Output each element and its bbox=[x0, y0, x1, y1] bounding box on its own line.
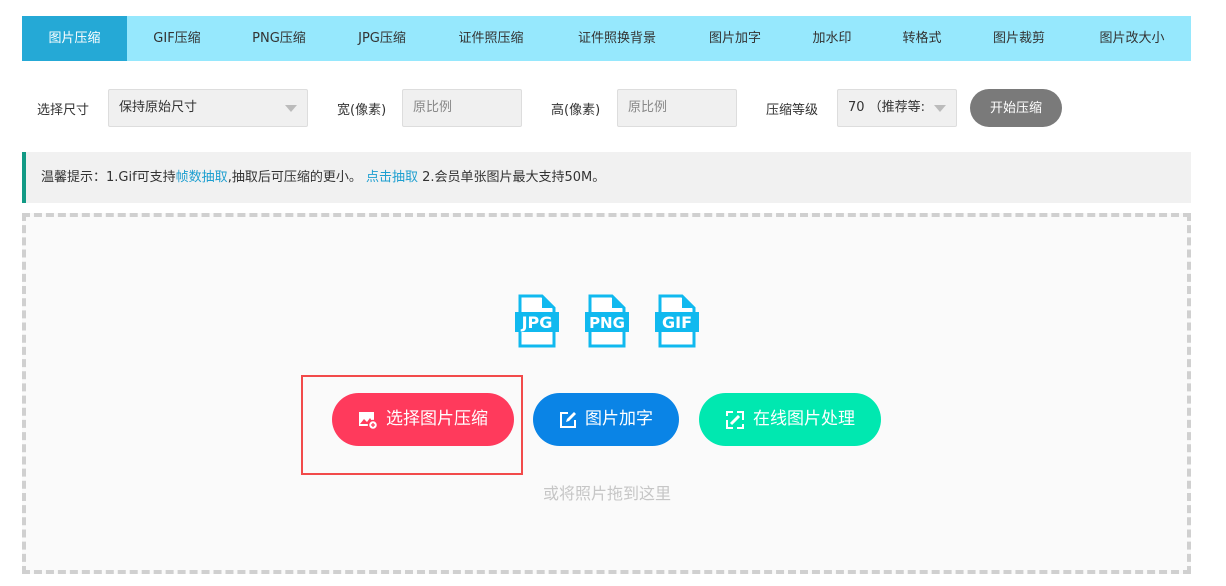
add-text-button[interactable]: 图片加字 bbox=[533, 393, 679, 446]
level-label: 压缩等级 bbox=[766, 103, 819, 118]
tab-bar: 图片压缩 GIF压缩 PNG压缩 JPG压缩 证件照压缩 证件照换背景 图片加字… bbox=[22, 16, 1191, 61]
tab-resize[interactable]: 图片改大小 bbox=[1073, 16, 1191, 61]
tab-image-compress[interactable]: 图片压缩 bbox=[22, 16, 127, 61]
level-select[interactable]: 70 （推荐等: bbox=[837, 89, 957, 127]
notice-text: 温馨提示：1.Gif可支持 bbox=[41, 170, 176, 185]
edit-icon bbox=[560, 411, 576, 428]
height-input[interactable]: 原比例 bbox=[617, 89, 737, 127]
svg-text:JPG: JPG bbox=[521, 313, 553, 332]
tab-id-photo-background[interactable]: 证件照换背景 bbox=[549, 16, 685, 61]
select-image-button[interactable]: 选择图片压缩 bbox=[332, 393, 514, 446]
width-label: 宽(像素) bbox=[337, 103, 387, 118]
gif-file-icon: GIF bbox=[655, 294, 699, 348]
online-edit-button[interactable]: 在线图片处理 bbox=[699, 393, 881, 446]
drag-hint: 或将照片拖到这里 bbox=[542, 484, 671, 503]
height-label: 高(像素) bbox=[551, 103, 601, 118]
size-select[interactable]: 保持原始尺寸 bbox=[108, 89, 308, 127]
tab-watermark[interactable]: 加水印 bbox=[785, 16, 879, 61]
tab-id-photo-compress[interactable]: 证件照压缩 bbox=[433, 16, 549, 61]
image-add-icon bbox=[359, 411, 378, 430]
png-file-icon: PNG bbox=[585, 294, 629, 348]
tab-crop[interactable]: 图片裁剪 bbox=[965, 16, 1073, 61]
jpg-file-icon: JPG bbox=[515, 294, 559, 348]
notice-bar: 温馨提示：1.Gif可支持帧数抽取,抽取后可压缩的更小。 点击抽取 2.会员单张… bbox=[22, 152, 1191, 203]
chevron-down-icon bbox=[285, 105, 297, 112]
add-text-label: 图片加字 bbox=[585, 409, 653, 429]
notice-text: 2.会员单张图片最大支持50M。 bbox=[417, 170, 606, 185]
frame-extract-link[interactable]: 帧数抽取 bbox=[176, 170, 228, 185]
tab-add-text[interactable]: 图片加字 bbox=[685, 16, 785, 61]
tab-jpg-compress[interactable]: JPG压缩 bbox=[331, 16, 433, 61]
size-select-value: 保持原始尺寸 bbox=[119, 100, 198, 115]
select-image-label: 选择图片压缩 bbox=[386, 409, 488, 429]
online-edit-label: 在线图片处理 bbox=[753, 409, 855, 429]
click-extract-link[interactable]: 点击抽取 bbox=[366, 170, 418, 185]
level-select-value: 70 （推荐等: bbox=[848, 100, 926, 115]
size-label: 选择尺寸 bbox=[37, 103, 90, 118]
width-input[interactable]: 原比例 bbox=[402, 89, 522, 127]
svg-text:GIF: GIF bbox=[662, 313, 692, 332]
chevron-down-icon bbox=[934, 105, 946, 112]
notice-text: ,抽取后可压缩的更小。 bbox=[227, 170, 366, 185]
tab-gif-compress[interactable]: GIF压缩 bbox=[127, 16, 227, 61]
tab-png-compress[interactable]: PNG压缩 bbox=[227, 16, 331, 61]
tab-convert-format[interactable]: 转格式 bbox=[879, 16, 965, 61]
image-tool-icon bbox=[726, 410, 744, 429]
start-compress-button[interactable]: 开始压缩 bbox=[970, 89, 1062, 127]
svg-text:PNG: PNG bbox=[589, 314, 625, 332]
